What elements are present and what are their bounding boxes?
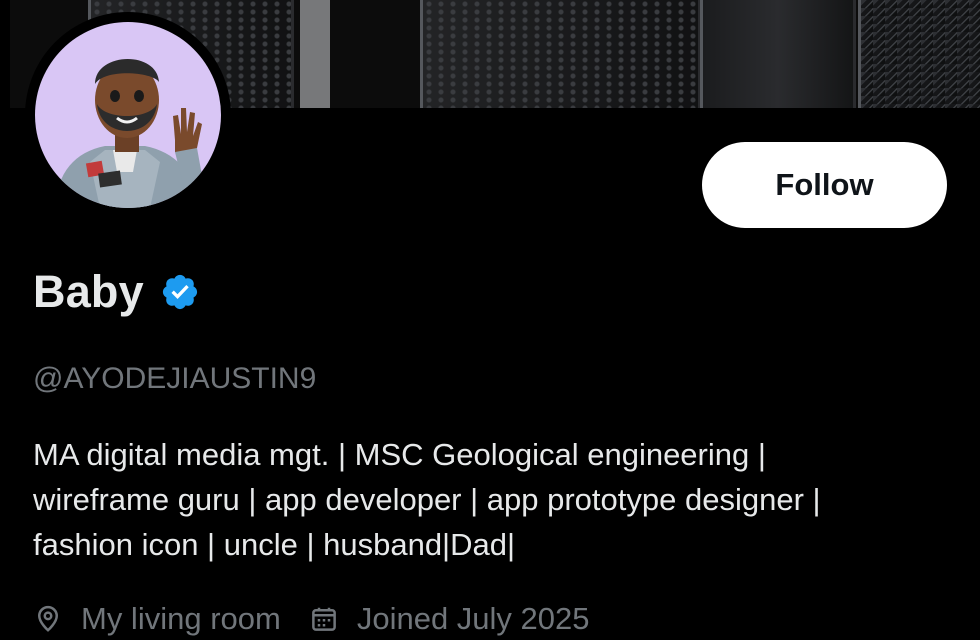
- calendar-icon: [309, 604, 339, 634]
- profile-meta: My living room Joined July 2025: [33, 601, 618, 637]
- bio-line: wireframe guru | app developer | app pro…: [33, 482, 821, 517]
- bio-line: fashion icon | uncle | husband|Dad|: [33, 527, 516, 562]
- avatar-image: [35, 22, 221, 208]
- banner-panel: [700, 0, 856, 108]
- location-text: My living room: [81, 601, 281, 636]
- joined-date: Joined July 2025: [356, 601, 590, 636]
- banner-panel: [858, 0, 980, 108]
- profile-bio: MA digital media mgt. | MSC Geological e…: [33, 432, 963, 567]
- location-item: My living room: [33, 601, 281, 637]
- memoji-avatar-icon: [55, 58, 205, 208]
- bio-line: MA digital media mgt. | MSC Geological e…: [33, 437, 766, 472]
- name-row: Baby: [33, 262, 200, 322]
- banner-panel: [300, 0, 330, 108]
- display-name: Baby: [33, 266, 144, 317]
- joined-item: Joined July 2025: [309, 601, 590, 637]
- banner-edge: [0, 0, 10, 108]
- location-pin-icon: [33, 604, 63, 634]
- banner-panel: [420, 0, 701, 108]
- verified-badge-icon[interactable]: [160, 272, 200, 312]
- follow-button[interactable]: Follow: [702, 142, 947, 228]
- user-handle: @AYODEJIAUSTIN9: [33, 362, 317, 395]
- avatar[interactable]: [25, 12, 231, 218]
